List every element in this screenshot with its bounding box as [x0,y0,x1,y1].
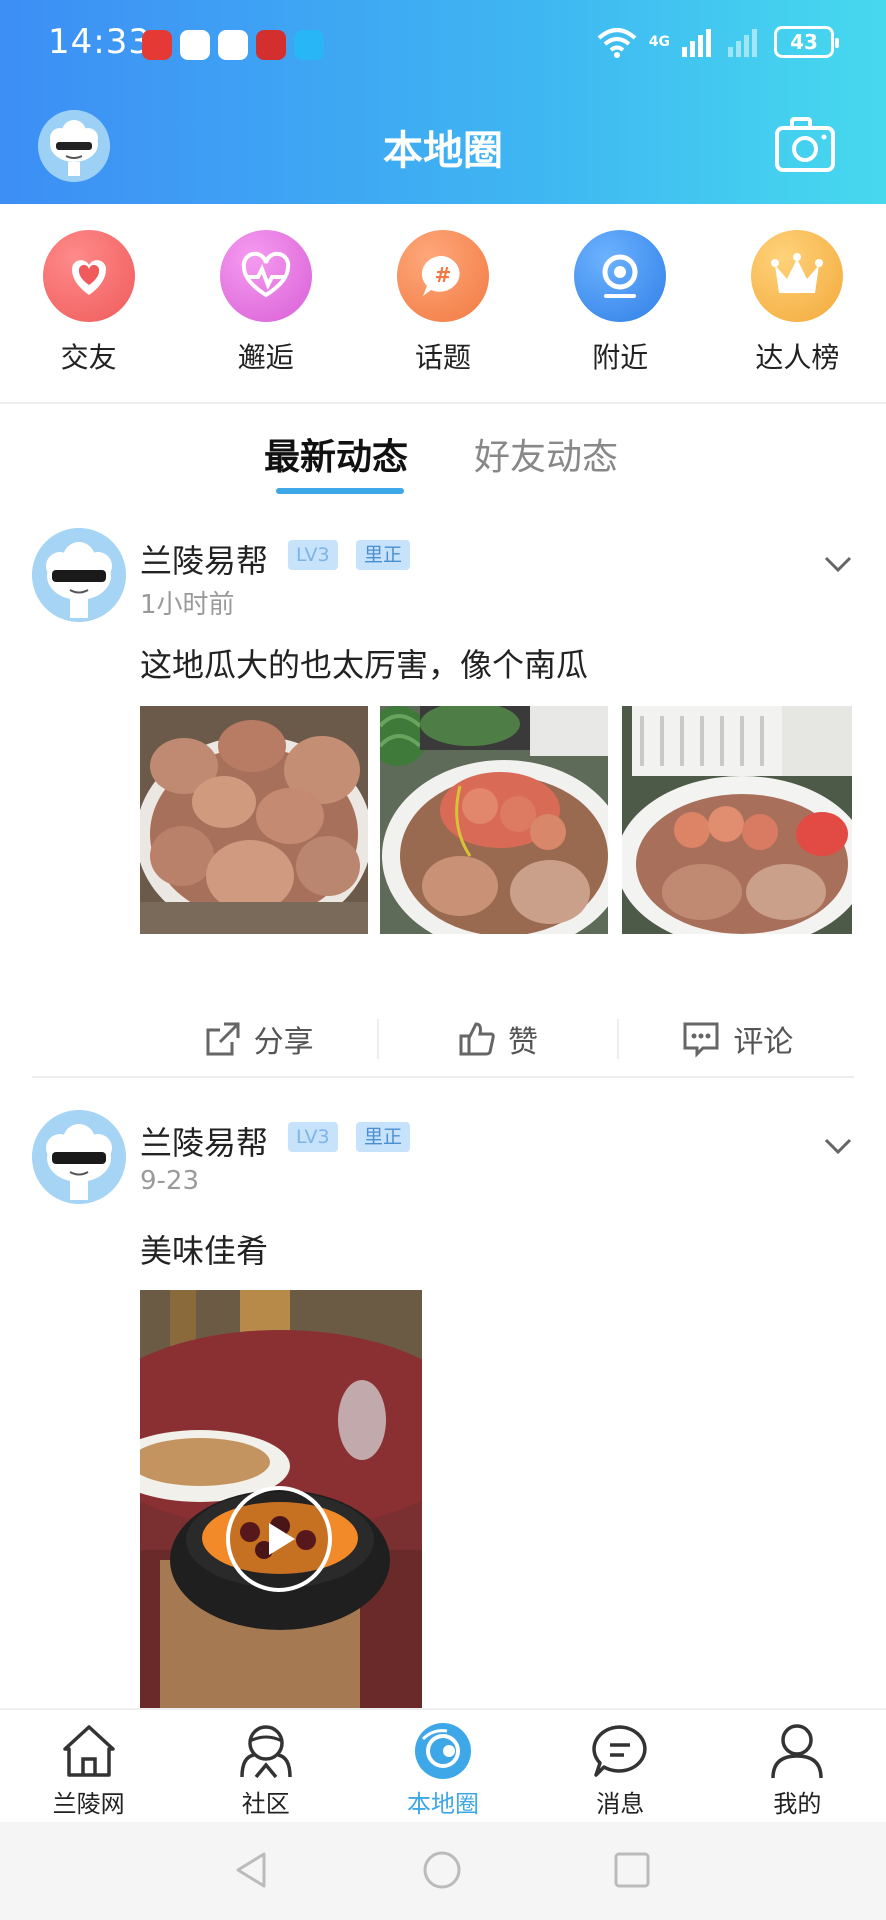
app-notification-icon [180,30,210,60]
message-icon [589,1720,651,1782]
location-pin-icon [574,230,667,322]
message-notification-icon [294,30,324,60]
chevron-down-icon [824,556,852,573]
like-label: 赞 [507,1025,538,1060]
feed-tabs: 最新动态 好友动态 [0,404,886,500]
post-text: 这地瓜大的也太厉害，像个南瓜 [140,646,589,684]
post-menu-button[interactable] [820,1134,856,1158]
play-button[interactable] [226,1486,332,1592]
level-badge: LV3 [288,1122,338,1152]
heartbeat-icon [219,230,312,322]
app-notification-icon [256,30,286,60]
post-time: 9-23 [140,1166,200,1196]
heart-icon [42,230,135,322]
signal-icon [682,29,711,57]
thumbs-up-icon [459,1022,495,1056]
post-menu-button[interactable] [820,552,856,576]
quick-entry-label: 邂逅 [237,341,294,374]
post-image[interactable] [622,706,852,934]
tab-latest[interactable]: 最新动态 [264,428,408,480]
battery-indicator: 43 [774,26,839,58]
bottom-nav: 兰陵网 社区 本地圈 消息 我的 [0,1708,886,1822]
chevron-down-icon [824,1138,852,1155]
quick-entry-topics[interactable]: # 话题 [354,204,531,402]
comment-icon [683,1022,719,1058]
chat-notification-icon [218,30,248,60]
signal-empty-icon [728,29,757,57]
post-video[interactable] [140,1290,422,1708]
network-label: 4G [648,34,670,50]
quick-entry-bar: 交友 邂逅 # 话题 附近 达人榜 [0,204,886,402]
post-text: 美味佳肴 [140,1232,269,1270]
crown-icon [751,230,844,322]
status-right: 4G 43 [597,26,839,58]
nav-label: 社区 [241,1790,290,1818]
share-label: 分享 [253,1025,314,1060]
recents-square-icon [614,1852,650,1888]
notification-icons [142,30,324,60]
profile-icon [766,1720,828,1782]
author-avatar[interactable] [32,528,126,622]
location-badge: 里正 [356,540,411,570]
back-triangle-icon [236,1852,266,1888]
quick-entry-label: 话题 [415,341,472,374]
system-home-button[interactable] [422,1850,462,1890]
author-avatar[interactable] [32,1110,126,1204]
play-icon [269,1523,295,1555]
system-back-button[interactable] [232,1850,272,1890]
topic-hash-icon: # [397,230,489,322]
tab-friends[interactable]: 好友动态 [474,428,618,480]
svg-text:#: # [435,263,452,287]
nav-item-local-circle[interactable]: 本地圈 [354,1710,531,1822]
feed-post: 兰陵易帮 LV3 里正 1小时前 这地瓜大的也太厉害，像个南瓜 分享 赞 评论 [0,528,886,1078]
quick-entry-ranking[interactable]: 达人榜 [709,204,886,402]
quick-entry-nearby[interactable]: 附近 [532,204,709,402]
system-nav-bar [0,1822,886,1920]
quick-entry-label: 交友 [60,341,117,374]
camera-icon [775,117,835,172]
wifi-icon [597,28,637,58]
nav-item-messages[interactable]: 消息 [532,1710,709,1822]
nav-label: 本地圈 [407,1790,479,1818]
quick-entry-friends[interactable]: 交友 [0,204,177,402]
local-circle-icon [412,1720,474,1782]
home-icon [58,1720,120,1782]
header: 14:33 4G 43 本地圈 [0,0,886,204]
post-time: 1小时前 [140,590,235,620]
status-bar: 14:33 4G 43 [0,0,886,88]
share-icon [206,1022,240,1056]
nav-label: 我的 [773,1790,822,1818]
nav-label: 消息 [596,1790,645,1818]
level-badge: LV3 [288,540,338,570]
system-recents-button[interactable] [612,1850,652,1890]
post-actions: 分享 赞 评论 [140,1004,856,1074]
comment-button[interactable]: 评论 [619,1017,856,1061]
nav-label: 兰陵网 [52,1790,125,1818]
like-button[interactable]: 赞 [379,1017,616,1061]
quick-entry-label: 达人榜 [755,341,840,374]
quick-entry-encounter[interactable]: 邂逅 [177,204,354,402]
active-tab-indicator [276,488,404,494]
app-notification-icon [142,30,172,60]
nav-item-profile[interactable]: 我的 [709,1710,886,1822]
author-name[interactable]: 兰陵易帮 [140,1118,268,1164]
nav-item-home[interactable]: 兰陵网 [0,1710,177,1822]
location-badge: 里正 [356,1122,411,1152]
post-image[interactable] [140,706,368,934]
comment-label: 评论 [733,1025,794,1060]
author-name[interactable]: 兰陵易帮 [140,536,268,582]
feed-post: 兰陵易帮 LV3 里正 9-23 美味佳肴 [0,1110,886,1710]
page: 14:33 4G 43 本地圈 交友 邂逅 # 话题 附近 达人榜 最新动态 好… [0,0,886,1920]
nav-item-community[interactable]: 社区 [177,1710,354,1822]
share-button[interactable]: 分享 [140,1017,377,1061]
post-divider [32,1076,854,1078]
quick-entry-label: 附近 [592,341,649,374]
status-time: 14:33 [48,22,151,62]
home-circle-icon [423,1851,461,1889]
camera-button[interactable] [774,114,836,176]
community-icon [235,1720,297,1782]
post-image[interactable] [380,706,608,934]
page-title: 本地圈 [383,128,503,174]
